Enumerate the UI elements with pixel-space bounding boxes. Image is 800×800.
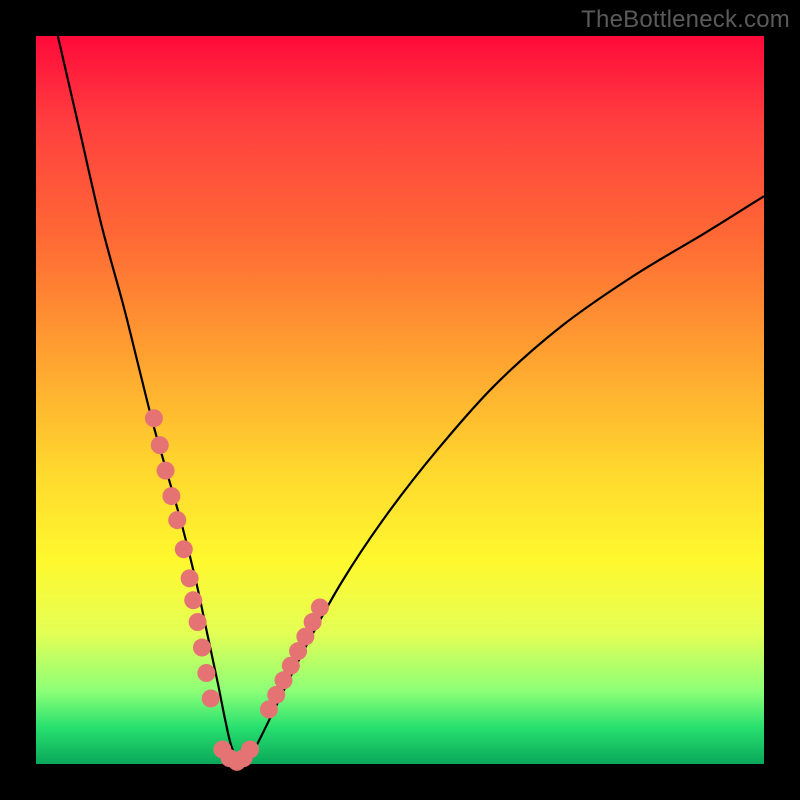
chart-container: TheBottleneck.com (0, 0, 800, 800)
data-marker (202, 689, 220, 707)
data-marker (189, 613, 207, 631)
data-marker (311, 598, 329, 616)
data-marker (241, 740, 259, 758)
data-marker (162, 487, 180, 505)
chart-svg (36, 36, 764, 764)
data-marker (151, 436, 169, 454)
data-marker (145, 409, 163, 427)
data-marker (175, 540, 193, 558)
watermark-text: TheBottleneck.com (581, 6, 790, 34)
data-marker (157, 462, 175, 480)
data-marker (181, 569, 199, 587)
data-marker (197, 664, 215, 682)
data-marker (184, 591, 202, 609)
plot-area (36, 36, 764, 764)
data-marker (193, 639, 211, 657)
data-marker (168, 511, 186, 529)
bottleneck-curve (58, 36, 764, 764)
data-markers (145, 409, 329, 771)
